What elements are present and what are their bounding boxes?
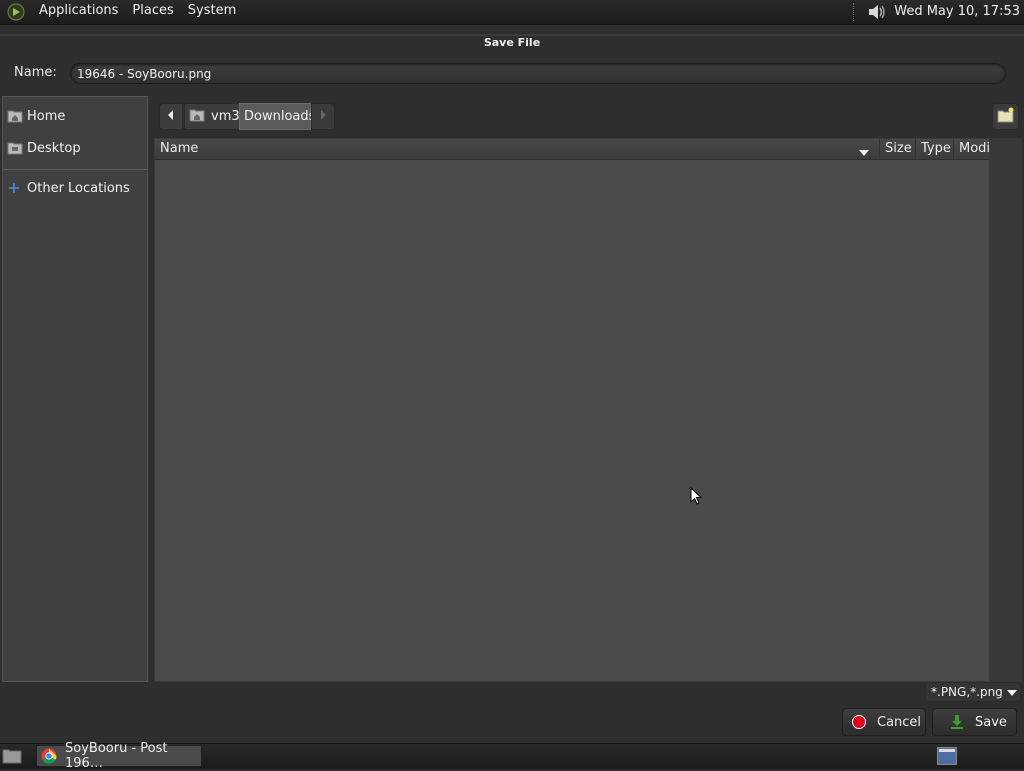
path-segment-downloads[interactable]: Downloads [239,103,315,130]
sidebar-item-home[interactable]: Home [3,105,147,127]
download-icon [949,714,965,730]
path-segment-label: vm3 [211,109,240,124]
sidebar-item-other-locations[interactable]: Other Locations [3,177,147,199]
panel-menu-bar: Applications Places System [0,0,243,24]
menu-places[interactable]: Places [125,0,180,24]
panel-tray: Wed May 10, 17:53 [853,0,1024,24]
workspace-switcher[interactable] [937,747,957,765]
chevron-right-icon [319,109,327,124]
home-folder-icon [189,108,205,126]
taskbar-item-label: SoyBooru - Post 196… [65,741,168,771]
sidebar-item-label: Other Locations [27,180,130,196]
path-segment-vm3[interactable]: vm3 [184,103,240,130]
save-button[interactable]: Save [932,708,1017,736]
path-segment-label: Downloads [244,109,316,124]
home-folder-icon [7,109,23,123]
top-panel: Applications Places System Wed May 10, 1… [0,0,1024,25]
volume-icon[interactable] [866,2,888,22]
file-list[interactable]: Name Size Type Modified [154,138,990,682]
new-folder-button[interactable] [992,103,1019,130]
taskbar-item-browser[interactable]: SoyBooru - Post 196… [36,741,202,771]
column-modified-header[interactable]: Modified [953,139,989,159]
save-label: Save [975,714,1007,730]
chevron-down-icon [1007,685,1017,699]
show-desktop-icon[interactable] [2,747,22,765]
file-type-filter[interactable]: *.PNG,*.png [925,682,1021,702]
column-size-header[interactable]: Size [879,139,915,159]
desktop-folder-icon [7,141,23,155]
sidebar-divider [3,169,147,170]
bottom-panel: SoyBooru - Post 196… [0,741,1024,771]
menu-system[interactable]: System [181,0,243,24]
column-name-header[interactable]: Name [160,139,198,159]
sidebar-item-label: Home [27,108,66,124]
distro-logo-icon[interactable] [6,2,26,22]
panel-clock[interactable]: Wed May 10, 17:53 [888,1,1024,23]
filename-input[interactable] [70,63,1006,84]
path-forward-button[interactable] [311,103,335,130]
cancel-button[interactable]: Cancel [842,708,926,736]
chevron-left-icon [167,109,175,124]
new-folder-icon [997,107,1015,127]
mouse-cursor-icon [690,486,703,509]
file-list-side-strip [990,138,1022,682]
sidebar-item-desktop[interactable]: Desktop [3,137,147,159]
column-type-header[interactable]: Type [915,139,953,159]
panel-separator [853,3,858,21]
menu-applications[interactable]: Applications [32,0,125,24]
places-sidebar: Home Desktop Other Locations [2,96,148,682]
sidebar-item-label: Desktop [27,140,81,156]
cancel-icon [851,714,867,730]
filter-selected-value: *.PNG,*.png [931,685,1003,699]
cancel-label: Cancel [877,714,922,730]
file-list-header: Name Size Type Modified [155,139,989,160]
sort-descending-icon [859,145,869,160]
plus-icon [7,181,23,195]
path-back-button[interactable] [159,103,183,130]
chrome-icon [41,748,57,764]
dialog-title: Save File [483,36,541,49]
name-label: Name: [14,65,57,80]
